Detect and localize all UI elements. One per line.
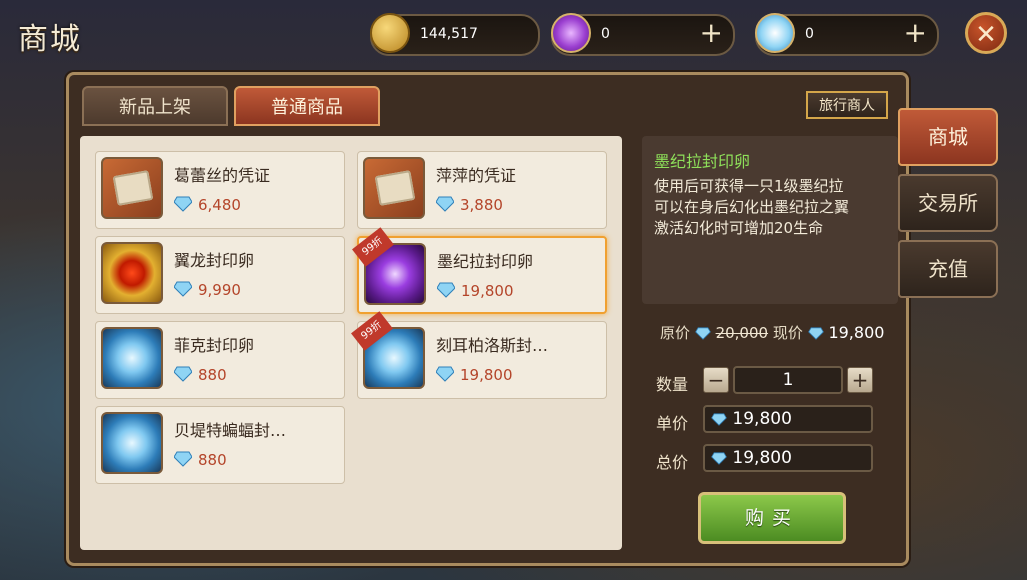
orig-price-label: 原价	[660, 324, 691, 342]
gold-amount: 144,517	[420, 26, 478, 42]
total-price-label: 总价	[656, 453, 689, 472]
item-card[interactable]: 萍萍的凭证 3,880	[357, 151, 607, 229]
detail-description: 使用后可获得一只1级墨纪拉 可以在身后幻化出墨纪拉之翼 激活幻化时可增加20生命	[654, 176, 894, 239]
gem-amount: 0	[601, 26, 610, 42]
close-icon: ✕	[975, 20, 997, 50]
purple-gem-icon	[551, 13, 591, 53]
diamond-icon	[436, 366, 454, 382]
item-price: 880	[198, 451, 227, 469]
item-card-selected[interactable]: 99折 墨纪拉封印卵 19,800	[352, 227, 607, 314]
gold-egg-icon	[101, 242, 163, 304]
diamond-icon	[711, 451, 727, 465]
diamond-icon	[174, 366, 192, 382]
item-card[interactable]: 贝堤特蝙蝠封… 880	[95, 406, 345, 484]
diamond-currency-bar: 0 +	[755, 13, 939, 56]
item-name: 萍萍的凭证	[436, 166, 517, 185]
diamond-icon	[174, 281, 192, 297]
item-price: 19,800	[460, 366, 513, 384]
unit-price-label: 单价	[656, 414, 689, 433]
blue-egg-icon	[101, 412, 163, 474]
desc-line: 使用后可获得一只1级墨纪拉	[654, 177, 844, 195]
item-card[interactable]: 翼龙封印卵 9,990	[95, 236, 345, 314]
diamond-icon	[436, 196, 454, 212]
quantity-input[interactable]: 1	[733, 366, 843, 394]
diamond-icon	[711, 412, 727, 426]
diamond-icon	[174, 451, 192, 467]
item-price: 880	[198, 366, 227, 384]
detail-title: 墨纪拉封印卵	[654, 152, 751, 171]
total-price-value: 19,800	[732, 448, 792, 468]
tab-new-arrivals[interactable]: 新品上架	[82, 86, 228, 126]
diamond-icon	[755, 13, 795, 53]
add-diamond-button[interactable]: +	[904, 18, 927, 48]
increase-qty-button[interactable]: +	[847, 367, 873, 393]
desc-line: 激活幻化时可增加20生命	[654, 219, 824, 237]
unit-price-value: 19,800	[732, 409, 792, 429]
close-button[interactable]: ✕	[965, 12, 1007, 54]
item-card[interactable]: 菲克封印卵 880	[95, 321, 345, 399]
page-title: 商城	[18, 22, 82, 57]
unit-price-field: 19,800	[703, 405, 873, 433]
item-name: 墨纪拉封印卵	[437, 252, 534, 271]
now-price-label: 现价	[772, 324, 803, 342]
diamond-icon	[807, 327, 824, 340]
blue-egg-icon	[101, 327, 163, 389]
traveling-merchant-button[interactable]: 旅行商人	[806, 91, 888, 119]
item-name: 贝堤特蝙蝠封…	[174, 421, 287, 440]
item-name: 翼龙封印卵	[174, 251, 255, 270]
desc-line: 可以在身后幻化出墨纪拉之翼	[654, 198, 850, 216]
scroll-icon	[363, 157, 425, 219]
buy-button[interactable]: 购买	[698, 492, 846, 544]
item-name: 葛蕾丝的凭证	[174, 166, 271, 185]
now-price: 19,800	[828, 323, 885, 342]
diamond-icon	[174, 196, 192, 212]
item-card[interactable]: 葛蕾丝的凭证 6,480	[95, 151, 345, 229]
gold-coin-icon	[370, 13, 410, 53]
qty-label: 数量	[656, 375, 689, 394]
side-tab-shop[interactable]: 商城	[898, 108, 998, 166]
item-price: 3,880	[460, 196, 503, 214]
gold-currency-bar: 144,517	[370, 13, 540, 56]
decrease-qty-button[interactable]: −	[703, 367, 729, 393]
diamond-amount: 0	[805, 26, 814, 42]
total-price-field: 19,800	[703, 444, 873, 472]
price-compare-row: 原价 20,000 现价 19,800	[660, 322, 884, 343]
item-card[interactable]: 99折 刻耳柏洛斯封… 19,800	[351, 311, 607, 399]
item-price: 9,990	[198, 281, 241, 299]
item-price: 6,480	[198, 196, 241, 214]
diamond-icon	[437, 282, 455, 298]
item-price: 19,800	[461, 282, 514, 300]
minus-icon: −	[707, 368, 725, 392]
tab-normal-goods[interactable]: 普通商品	[234, 86, 380, 126]
side-tab-recharge[interactable]: 充值	[898, 240, 998, 298]
item-name: 刻耳柏洛斯封…	[436, 336, 549, 355]
scroll-icon	[101, 157, 163, 219]
orig-price: 20,000	[715, 324, 769, 342]
add-gem-button[interactable]: +	[700, 18, 723, 48]
side-tab-exchange[interactable]: 交易所	[898, 174, 998, 232]
gem-currency-bar: 0 +	[551, 13, 735, 56]
diamond-icon	[694, 327, 711, 340]
plus-icon: +	[851, 368, 869, 392]
item-name: 菲克封印卵	[174, 336, 255, 355]
